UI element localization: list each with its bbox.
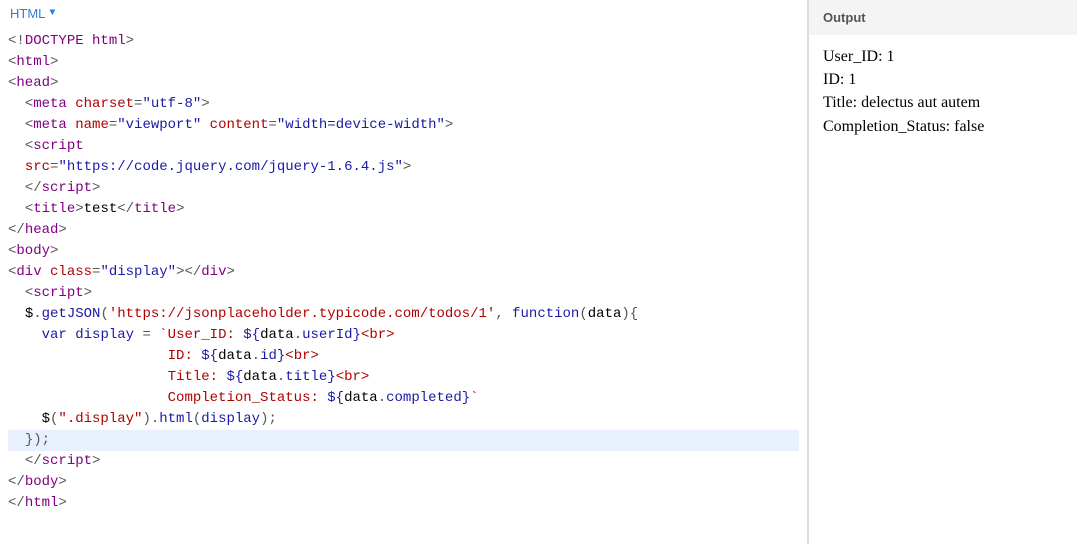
editor-tabs: HTML ▼ <box>0 0 807 27</box>
output-header: Output <box>809 0 1077 35</box>
output-line: User_ID: 1 <box>823 45 1063 68</box>
output-line: Title: delectus aut autem <box>823 91 1063 114</box>
tab-html[interactable]: HTML <box>10 6 45 21</box>
chevron-down-icon[interactable]: ▼ <box>49 8 55 19</box>
code-editor[interactable]: <!DOCTYPE html> <html> <head> <meta char… <box>0 27 807 544</box>
output-line: ID: 1 <box>823 68 1063 91</box>
output-pane: Output User_ID: 1ID: 1Title: delectus au… <box>809 0 1077 544</box>
output-line: Completion_Status: false <box>823 115 1063 138</box>
output-body: User_ID: 1ID: 1Title: delectus aut autem… <box>809 35 1077 544</box>
editor-pane: HTML ▼ <!DOCTYPE html> <html> <head> <me… <box>0 0 809 544</box>
